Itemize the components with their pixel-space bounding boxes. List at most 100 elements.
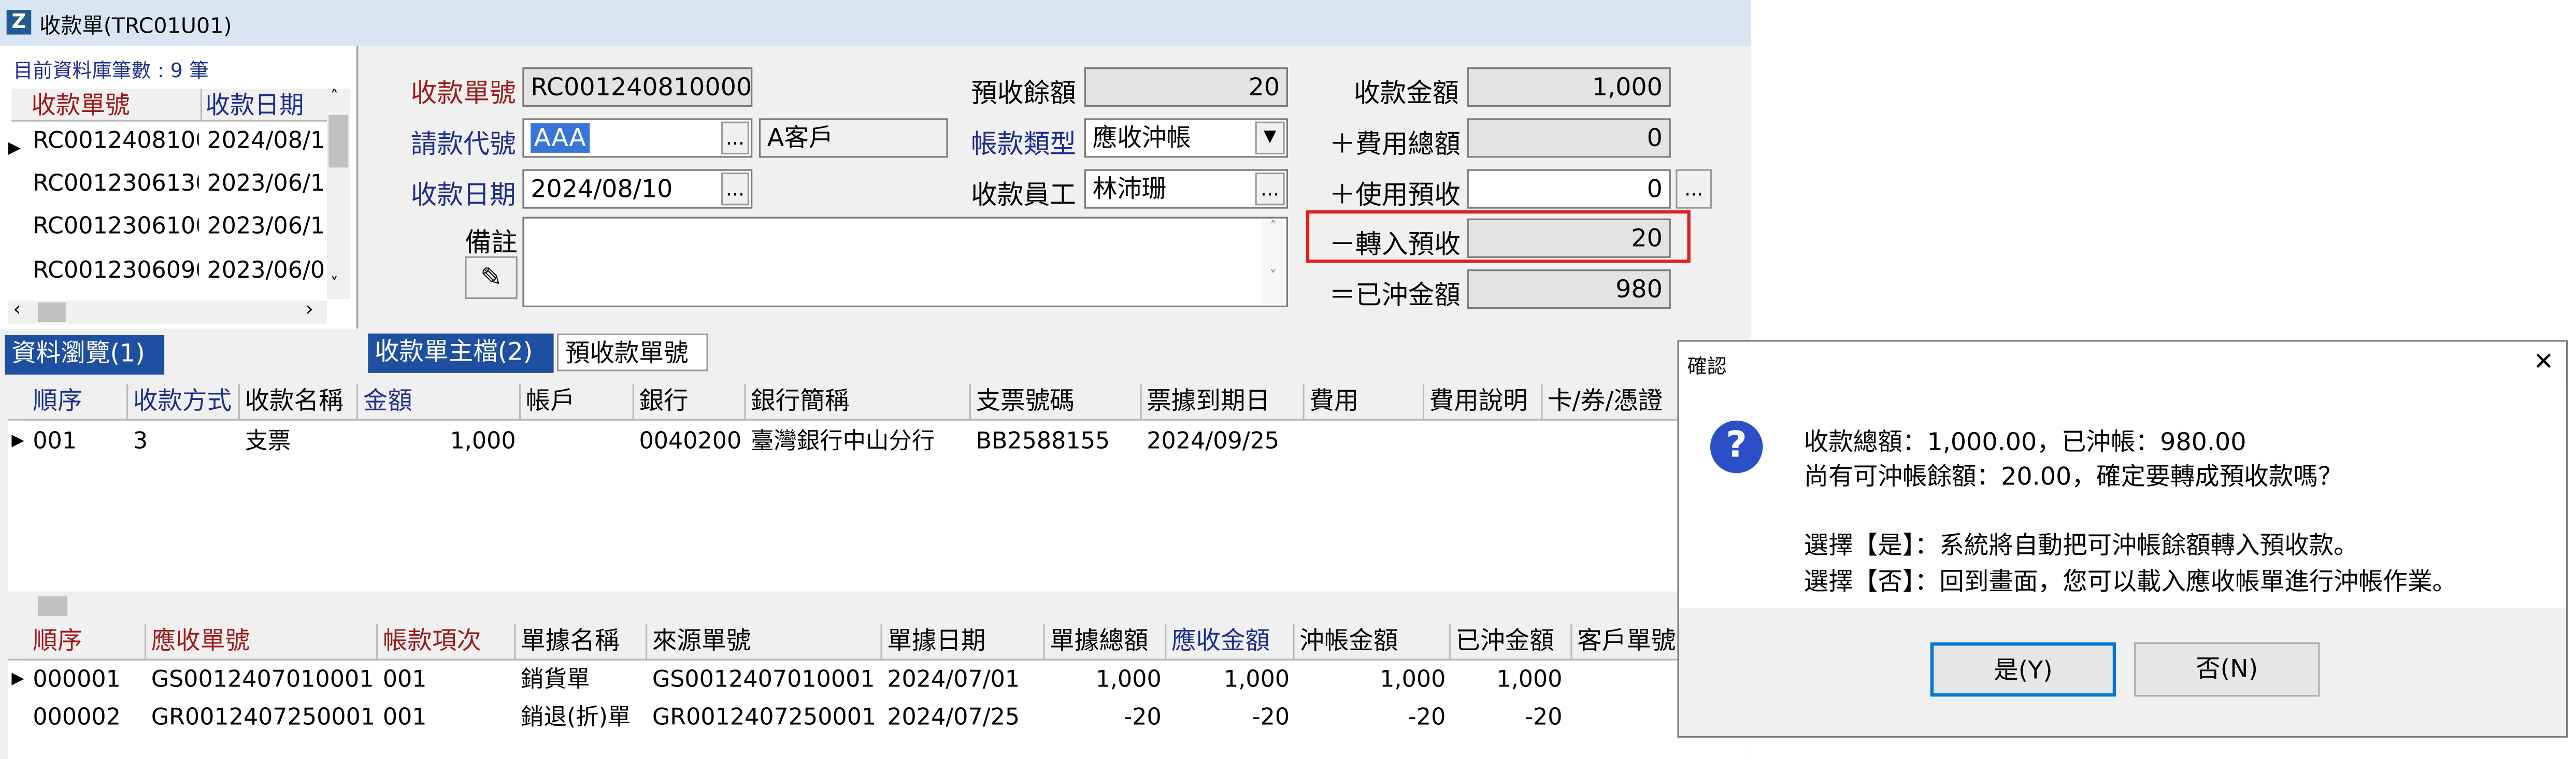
ar-cell[interactable]: 000002 xyxy=(27,701,147,735)
use-prepaid-label: ＋使用預收 xyxy=(1329,179,1461,210)
ar-col: 應收單號 xyxy=(146,624,378,661)
browse-row-date[interactable]: 2023/06/10 xyxy=(202,210,325,244)
payer-code-input[interactable]: AAA xyxy=(522,118,753,158)
use-prepaid-button[interactable]: ... xyxy=(1676,169,1712,209)
dialog-title-bar: 確認 ✕ xyxy=(1679,341,2566,388)
payment-cell[interactable]: 0040200 xyxy=(634,425,746,459)
note-edit-icon[interactable]: ✎ xyxy=(465,256,518,299)
ar-cell[interactable]: -20 xyxy=(1044,701,1162,735)
fee-total-label: ＋費用總額 xyxy=(1329,128,1461,160)
note-scrollbar[interactable]: ˄ ˅ xyxy=(1262,220,1285,304)
payer-code-value: AAA xyxy=(531,123,590,153)
scroll-right-icon[interactable]: › xyxy=(306,300,313,320)
payer-lookup-button[interactable]: ... xyxy=(721,121,749,155)
ar-cell[interactable]: 001 xyxy=(378,701,516,735)
amount-field: 1,000 xyxy=(1467,67,1671,107)
tab-browse[interactable]: 資料瀏覽(1) xyxy=(5,335,165,375)
ar-col: 單據名稱 xyxy=(516,624,648,661)
prepaid-balance-label: 預收餘額 xyxy=(971,77,1076,109)
row-indicator-icon: ▶ xyxy=(8,139,21,158)
dialog-title: 確認 xyxy=(1687,354,1727,378)
offset-field: 980 xyxy=(1467,269,1671,309)
ar-cell[interactable]: GS0012407010001 xyxy=(146,664,378,697)
payment-grid: 順序 收款方式 收款名稱 金額 帳戶 銀行 銀行簡稱 支票號碼 票據到期日 費用… xyxy=(8,384,1752,592)
question-icon: ? xyxy=(1710,420,1763,474)
browse-row-date[interactable]: 2023/06/13 xyxy=(202,167,325,201)
payment-cell[interactable]: 2024/09/25 xyxy=(1141,425,1305,459)
no-button[interactable]: 否(N) xyxy=(2134,642,2320,697)
tab-main[interactable]: 收款單主檔(2) xyxy=(368,333,554,373)
hscroll-thumb[interactable] xyxy=(37,302,66,322)
browse-row-no[interactable]: RC0012306100 xyxy=(27,210,199,244)
row-indicator-icon: ▶ xyxy=(11,670,24,689)
payment-col: 費用 xyxy=(1304,384,1425,421)
window-title: 收款單(TRC01U01) xyxy=(39,15,232,40)
close-icon[interactable]: ✕ xyxy=(2534,347,2554,376)
scroll-thumb[interactable] xyxy=(328,114,349,168)
ar-cell[interactable]: 1,000 xyxy=(1166,664,1290,697)
ar-cell[interactable]: 2024/07/25 xyxy=(882,701,1045,735)
ar-cell[interactable]: 1,000 xyxy=(1044,664,1162,697)
payment-hscrollbar[interactable] xyxy=(8,594,1752,618)
ar-cell[interactable]: 銷退(折)單 xyxy=(516,701,648,735)
chevron-down-icon[interactable]: ▼ xyxy=(1255,121,1285,155)
staff-label: 收款員工 xyxy=(971,179,1076,210)
ar-cell[interactable]: 銷貨單 xyxy=(516,664,648,697)
dialog-message-line: 收款總額：1,000.00，已沖帳：980.00 xyxy=(1804,427,2246,457)
date-picker-button[interactable]: ... xyxy=(721,172,749,206)
receipt-date-input[interactable]: 2024/08/10 xyxy=(522,169,753,209)
payment-cell[interactable]: 001 xyxy=(27,425,128,459)
to-prepaid-field: 20 xyxy=(1467,218,1671,258)
ar-cell[interactable]: 1,000 xyxy=(1294,664,1446,697)
use-prepaid-input[interactable]: 0 xyxy=(1467,169,1671,209)
ar-col: 沖帳金額 xyxy=(1294,624,1451,661)
ar-cell[interactable]: 000001 xyxy=(27,664,147,697)
to-prepaid-label: －轉入預收 xyxy=(1329,228,1461,260)
ar-cell[interactable]: GR0012407250001 xyxy=(146,701,378,735)
payment-cell[interactable]: 1,000 xyxy=(358,425,516,459)
ar-cell[interactable]: GS0012407010001 xyxy=(647,664,882,697)
hscroll-thumb[interactable] xyxy=(37,596,68,617)
tab-prepaid[interactable]: 預收款單號 xyxy=(556,333,708,371)
payment-cell[interactable]: 3 xyxy=(128,425,240,459)
scroll-down-icon[interactable]: ˅ xyxy=(330,276,338,294)
payment-col: 卡/券/憑證 xyxy=(1542,384,1686,421)
ar-col: 單據總額 xyxy=(1044,624,1167,661)
ar-cell[interactable]: 001 xyxy=(378,664,516,697)
payment-col: 費用說明 xyxy=(1424,384,1543,421)
browse-row-no[interactable]: RC0012306130 xyxy=(27,167,199,201)
scroll-left-icon[interactable]: ‹ xyxy=(13,300,21,320)
dialog-message-line: 選擇【是】：系統將自動把可沖帳餘額轉入預收款。 xyxy=(1804,531,2358,561)
ar-cell[interactable]: -20 xyxy=(1166,701,1290,735)
note-textarea[interactable] xyxy=(522,217,1288,307)
payment-col: 收款方式 xyxy=(128,384,240,421)
scroll-up-icon[interactable]: ˄ xyxy=(330,89,338,107)
browse-row-no[interactable]: RC0012408100 xyxy=(27,124,199,158)
ar-col: 單據日期 xyxy=(882,624,1045,661)
dialog-button-bar xyxy=(1679,608,2566,736)
staff-lookup-button[interactable]: ... xyxy=(1255,172,1285,206)
payment-cell[interactable]: 臺灣銀行中山分行 xyxy=(746,425,971,459)
ar-cell[interactable]: -20 xyxy=(1294,701,1446,735)
receipt-no-field[interactable]: RC0012408100001 xyxy=(522,67,753,107)
note-label: 備註 xyxy=(465,226,518,258)
payment-col: 帳戶 xyxy=(521,384,634,421)
payment-cell[interactable]: 支票 xyxy=(239,425,359,459)
browse-col-date: 收款日期 xyxy=(205,90,304,120)
account-type-label: 帳款類型 xyxy=(971,128,1076,160)
browse-row-no[interactable]: RC0012306090 xyxy=(27,254,199,288)
payment-col: 收款名稱 xyxy=(239,384,359,421)
browse-vscrollbar[interactable]: ˄ ˅ xyxy=(327,89,350,299)
ar-cell[interactable]: GR0012407250001 xyxy=(647,701,882,735)
browse-hscrollbar[interactable]: ‹ › xyxy=(8,300,327,324)
ar-col: 應收金額 xyxy=(1166,624,1295,661)
ar-cell[interactable]: 2024/07/01 xyxy=(882,664,1045,697)
record-count: 目前資料庫筆數 : 9 筆 xyxy=(13,59,209,82)
ar-cell[interactable]: -20 xyxy=(1450,701,1563,735)
ar-cell[interactable]: 1,000 xyxy=(1450,664,1563,697)
ar-grid: 順序 應收單號 帳款項次 單據名稱 來源單號 單據日期 單據總額 應收金額 沖帳… xyxy=(8,624,1752,759)
yes-button[interactable]: 是(Y) xyxy=(1930,642,2116,697)
payment-cell[interactable]: BB2588155 xyxy=(971,425,1142,459)
browse-row-date[interactable]: 2024/08/10 xyxy=(202,124,325,158)
browse-row-date[interactable]: 2023/06/09 xyxy=(202,254,325,288)
